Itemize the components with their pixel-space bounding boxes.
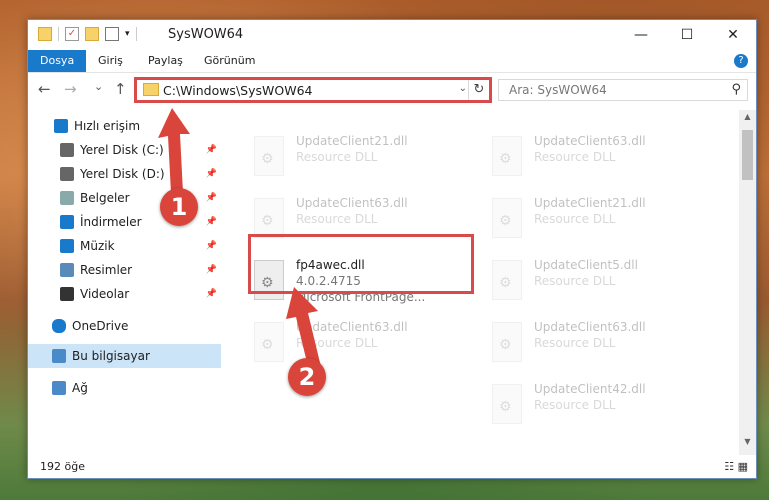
- search-placeholder: Ara: SysWOW64: [509, 83, 607, 97]
- music-icon: [60, 239, 74, 253]
- file-name: UpdateClient63.dll: [534, 134, 646, 148]
- up-button[interactable]: ↑: [114, 80, 127, 98]
- dll-file-icon: ⚙: [254, 198, 284, 238]
- customize-dropdown-icon[interactable]: ▾: [125, 29, 130, 39]
- drive-icon: [60, 143, 74, 157]
- sidebar-item-label: Ağ: [72, 381, 88, 395]
- file-item[interactable]: ⚙ UpdateClient63.dll Resource DLL: [488, 132, 718, 188]
- documents-icon: [60, 191, 74, 205]
- file-name: UpdateClient42.dll: [534, 382, 646, 396]
- pin-icon[interactable]: 📌: [206, 241, 217, 251]
- sidebar-item-label: Belgeler: [80, 191, 130, 205]
- file-description: Resource DLL: [534, 336, 616, 350]
- dll-file-icon: ⚙: [492, 136, 522, 176]
- file-description: Resource DLL: [534, 150, 616, 164]
- tab-home[interactable]: Giriş: [86, 50, 135, 72]
- file-item[interactable]: ⚙ UpdateClient21.dll Resource DLL: [250, 132, 480, 188]
- view-icon[interactable]: [105, 27, 119, 41]
- close-button[interactable]: ✕: [710, 20, 756, 50]
- view-toggle-icons[interactable]: ☷ ▦: [724, 460, 748, 473]
- file-item[interactable]: ⚙ UpdateClient63.dll Resource DLL: [488, 318, 718, 374]
- sidebar-item-label: Hızlı erişim: [74, 119, 141, 133]
- step-badge-1: 1: [160, 188, 198, 226]
- pictures-icon: [60, 263, 74, 277]
- sidebar-item[interactable]: Bu bilgisayar: [28, 344, 221, 368]
- dll-file-icon: ⚙: [492, 384, 522, 424]
- star-icon: [54, 119, 68, 133]
- file-item[interactable]: ⚙ UpdateClient21.dll Resource DLL: [488, 194, 718, 250]
- folder-icon: [38, 27, 52, 41]
- sidebar-item[interactable]: Müzik 📌: [28, 234, 221, 258]
- dll-file-icon: ⚙: [492, 322, 522, 362]
- file-item[interactable]: ⚙ UpdateClient42.dll Resource DLL: [488, 380, 718, 436]
- divider: [58, 27, 59, 41]
- file-description: Resource DLL: [534, 212, 616, 226]
- sidebar-item-label: Bu bilgisayar: [72, 349, 150, 363]
- item-count: 192 öğe: [40, 460, 85, 473]
- minimize-button[interactable]: —: [618, 20, 664, 50]
- download-icon: [60, 215, 74, 229]
- drive-icon: [60, 167, 74, 181]
- file-name: UpdateClient63.dll: [534, 320, 646, 334]
- file-name: UpdateClient63.dll: [296, 196, 408, 210]
- status-bar: 192 öğe ☷ ▦: [28, 456, 756, 478]
- search-input[interactable]: Ara: SysWOW64 ⚲: [498, 79, 748, 101]
- tab-file[interactable]: Dosya: [28, 50, 87, 72]
- maximize-button[interactable]: ☐: [664, 20, 710, 50]
- file-description: Resource DLL: [296, 212, 378, 226]
- sidebar-item[interactable]: Videolar 📌: [28, 282, 221, 306]
- pin-icon[interactable]: 📌: [206, 265, 217, 275]
- properties-icon[interactable]: ✓: [65, 27, 79, 41]
- file-description: Resource DLL: [534, 274, 616, 288]
- tab-view[interactable]: Görünüm: [192, 50, 267, 72]
- videos-icon: [60, 287, 74, 301]
- network-icon: [52, 381, 66, 395]
- scroll-down-icon[interactable]: ▼: [739, 437, 756, 453]
- sidebar-item-label: OneDrive: [72, 319, 129, 333]
- navigation-bar: ← → ⌄ ↑ C:\Windows\SysWOW64 ⌄ ↻ Ara: Sys…: [28, 74, 756, 106]
- scroll-up-icon[interactable]: ▲: [739, 112, 756, 128]
- title-bar: ✓ ▾ SysWOW64 — ☐ ✕: [28, 20, 756, 50]
- help-icon[interactable]: ?: [734, 54, 748, 68]
- pin-icon[interactable]: 📌: [206, 289, 217, 299]
- sidebar-item-label: Müzik: [80, 239, 115, 253]
- sidebar-item[interactable]: Resimler 📌: [28, 258, 221, 282]
- search-icon[interactable]: ⚲: [731, 82, 741, 97]
- file-name: UpdateClient21.dll: [534, 196, 646, 210]
- file-description: Resource DLL: [296, 150, 378, 164]
- file-name: UpdateClient5.dll: [534, 258, 638, 272]
- back-button[interactable]: ←: [38, 80, 51, 98]
- file-name: UpdateClient21.dll: [296, 134, 408, 148]
- window-title: SysWOW64: [168, 27, 244, 42]
- recent-locations-button[interactable]: ⌄: [94, 80, 103, 93]
- explorer-window: ✓ ▾ SysWOW64 — ☐ ✕ Dosya Giriş Paylaş Gö…: [27, 19, 757, 479]
- cloud-icon: [52, 319, 66, 333]
- quick-access-toolbar: ✓ ▾: [38, 27, 137, 41]
- vertical-scrollbar[interactable]: ▲ ▼: [739, 110, 756, 455]
- dll-file-icon: ⚙: [492, 260, 522, 300]
- sidebar-item[interactable]: OneDrive: [28, 314, 221, 338]
- sidebar-item-label: Resimler: [80, 263, 133, 277]
- divider: [135, 27, 137, 41]
- forward-button[interactable]: →: [64, 80, 77, 98]
- sidebar-item-label: İndirmeler: [80, 215, 142, 229]
- scroll-thumb[interactable]: [742, 130, 753, 180]
- new-folder-icon[interactable]: [85, 27, 99, 41]
- step-badge-2: 2: [288, 358, 326, 396]
- tab-share[interactable]: Paylaş: [136, 50, 195, 72]
- dll-file-icon: ⚙: [254, 136, 284, 176]
- file-description: Resource DLL: [534, 398, 616, 412]
- dll-file-icon: ⚙: [492, 198, 522, 238]
- ribbon-tabs: Dosya Giriş Paylaş Görünüm ?: [28, 50, 756, 73]
- computer-icon: [52, 349, 66, 363]
- sidebar-item-label: Videolar: [80, 287, 130, 301]
- file-item[interactable]: ⚙ UpdateClient5.dll Resource DLL: [488, 256, 718, 312]
- sidebar-item[interactable]: Ağ: [28, 376, 221, 400]
